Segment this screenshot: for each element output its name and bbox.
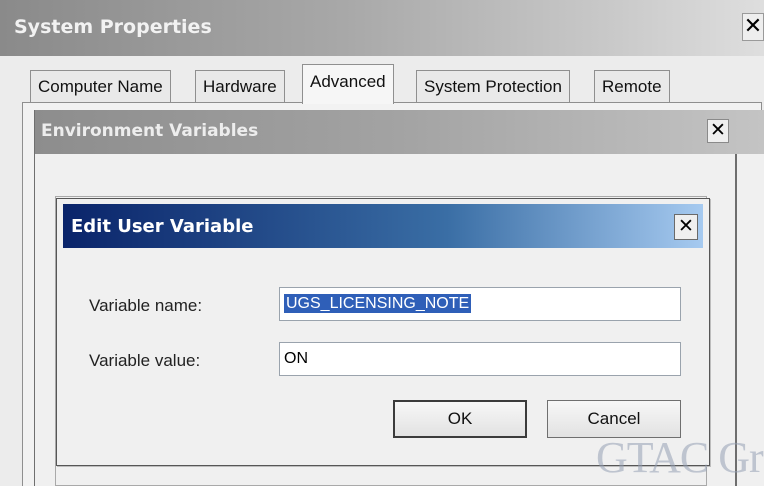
tab-hardware[interactable]: Hardware [195, 70, 285, 102]
tab-system-protection[interactable]: System Protection [416, 70, 570, 102]
system-properties-titlebar[interactable]: System Properties ✕ [0, 0, 764, 56]
tab-remote[interactable]: Remote [594, 70, 670, 102]
system-properties-title: System Properties [14, 16, 212, 38]
variable-name-input[interactable]: UGS_LICENSING_NOTE [279, 287, 681, 321]
variable-name-value: UGS_LICENSING_NOTE [284, 294, 472, 313]
environment-variables-title: Environment Variables [41, 121, 259, 141]
ok-button[interactable]: OK [393, 400, 527, 438]
variable-name-label: Variable name: [89, 296, 203, 315]
environment-variables-titlebar[interactable]: Environment Variables ✕ [35, 110, 764, 154]
tab-computer-name[interactable]: Computer Name [30, 70, 171, 102]
tab-advanced[interactable]: Advanced [302, 64, 394, 104]
variable-value-input[interactable]: ON [279, 342, 681, 376]
edit-user-variable-titlebar[interactable]: Edit User Variable ✕ [63, 204, 703, 248]
environment-variables-close-button[interactable]: ✕ [707, 119, 729, 143]
edit-user-variable-close-button[interactable]: ✕ [674, 214, 698, 240]
edit-user-variable-dialog: Edit User Variable ✕ Variable name: UGS_… [56, 198, 710, 466]
close-icon: ✕ [743, 13, 763, 38]
watermark-logo: GTAC Gro [596, 433, 764, 482]
variable-value-label: Variable value: [89, 351, 201, 370]
variable-value-text: ON [284, 350, 308, 367]
close-icon: ✕ [678, 216, 694, 237]
edit-user-variable-title: Edit User Variable [71, 216, 254, 237]
system-properties-close-button[interactable]: ✕ [742, 13, 764, 41]
close-icon: ✕ [710, 120, 726, 141]
desktop-stage: System Properties ✕ Computer Name Hardwa… [0, 0, 764, 486]
